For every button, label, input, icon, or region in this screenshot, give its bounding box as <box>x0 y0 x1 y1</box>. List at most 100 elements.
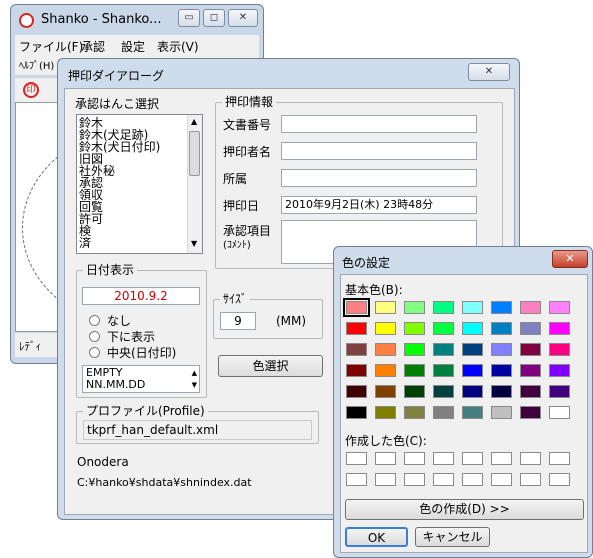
custom-color-slot[interactable] <box>375 473 396 486</box>
color-swatch[interactable] <box>404 364 425 377</box>
stamp-list-item[interactable]: 検 <box>79 225 160 237</box>
color-swatch[interactable] <box>375 322 396 335</box>
color-swatch[interactable] <box>549 385 570 398</box>
color-swatch[interactable] <box>375 406 396 419</box>
color-swatch[interactable] <box>491 301 512 314</box>
stamp-tool-icon[interactable]: 印 <box>23 82 39 98</box>
stamper-input[interactable] <box>281 142 477 160</box>
color-swatch[interactable] <box>375 364 396 377</box>
scroll-thumb[interactable] <box>189 131 200 176</box>
color-swatch[interactable] <box>462 385 483 398</box>
color-swatch[interactable] <box>404 343 425 356</box>
define-custom-colors-button[interactable]: 色の作成(D) >> <box>345 499 584 520</box>
color-swatch[interactable] <box>404 322 425 335</box>
format-nnmmdd[interactable]: NN.MM.DD <box>86 379 145 391</box>
color-swatch[interactable] <box>520 406 541 419</box>
custom-color-slot[interactable] <box>462 473 483 486</box>
color-swatch[interactable] <box>549 364 570 377</box>
size-field[interactable]: 9 <box>220 312 256 330</box>
date-value-field[interactable]: 2010.9.2 <box>82 287 200 305</box>
scroll-up-arrow-icon[interactable]: ▲ <box>191 117 197 126</box>
color-swatch[interactable] <box>404 406 425 419</box>
color-swatch[interactable] <box>343 298 370 317</box>
stamp-list-scrollbar[interactable]: ▲ ▼ <box>187 115 202 253</box>
color-swatch[interactable] <box>375 301 396 314</box>
color-swatch[interactable] <box>433 301 454 314</box>
minimize-button[interactable]: ▭ <box>178 9 200 27</box>
custom-color-slot[interactable] <box>433 473 454 486</box>
color-swatch[interactable] <box>520 385 541 398</box>
menu-view[interactable]: 表示(V) <box>157 38 199 55</box>
color-swatch[interactable] <box>462 406 483 419</box>
custom-color-slot[interactable] <box>404 473 425 486</box>
color-swatch[interactable] <box>433 406 454 419</box>
color-swatch[interactable] <box>491 364 512 377</box>
stamp-list-item[interactable]: 済 <box>79 237 160 249</box>
custom-color-slot[interactable] <box>549 473 570 486</box>
color-swatch[interactable] <box>433 322 454 335</box>
date-format-list[interactable]: EMPTY NN.MM.DD ▲ ▼ <box>82 365 200 393</box>
color-swatch[interactable] <box>520 364 541 377</box>
scroll-down-arrow-icon[interactable]: ▼ <box>191 239 197 248</box>
color-swatch[interactable] <box>520 301 541 314</box>
color-swatch[interactable] <box>520 322 541 335</box>
ok-button[interactable]: OK <box>345 527 408 547</box>
maximize-button[interactable]: ◻ <box>203 9 225 27</box>
color-swatch[interactable] <box>404 385 425 398</box>
color-swatch[interactable] <box>462 343 483 356</box>
color-swatch[interactable] <box>491 385 512 398</box>
stamp-dialog-close-button[interactable]: ✕ <box>468 63 510 81</box>
color-swatch[interactable] <box>549 301 570 314</box>
color-swatch[interactable] <box>404 301 425 314</box>
color-swatch[interactable] <box>375 343 396 356</box>
color-swatch[interactable] <box>520 343 541 356</box>
color-swatch[interactable] <box>491 343 512 356</box>
color-swatch[interactable] <box>433 364 454 377</box>
cancel-button[interactable]: キャンセル <box>415 527 490 547</box>
color-swatch[interactable] <box>346 343 367 356</box>
color-select-button[interactable]: 色選択 <box>218 355 323 377</box>
format-scroll-icon[interactable]: ▲ ▼ <box>192 367 197 391</box>
close-button[interactable]: ✕ <box>228 9 258 27</box>
color-swatch[interactable] <box>346 385 367 398</box>
stamp-list[interactable]: 鈴木 鈴木(犬足跡) 鈴木(犬日付印) 旧図 社外秘 承認 領収 回覧 許可検済 ▲ ▼ <box>76 114 203 254</box>
stamp-date-field[interactable]: 2010年9月2日(木) 23時48分 <box>281 196 477 214</box>
dept-input[interactable] <box>281 169 477 187</box>
menu-settings[interactable]: 設定 <box>121 38 145 55</box>
radio-center[interactable] <box>89 347 100 358</box>
color-swatch[interactable] <box>375 385 396 398</box>
custom-color-slot[interactable] <box>520 452 541 465</box>
color-swatch[interactable] <box>346 322 367 335</box>
color-swatch[interactable] <box>491 322 512 335</box>
custom-color-slot[interactable] <box>491 473 512 486</box>
custom-color-slot[interactable] <box>375 452 396 465</box>
custom-color-slot[interactable] <box>346 473 367 486</box>
color-swatch[interactable] <box>462 322 483 335</box>
color-swatch[interactable] <box>462 301 483 314</box>
custom-color-slot[interactable] <box>520 473 541 486</box>
color-swatch[interactable] <box>549 406 570 419</box>
menu-help[interactable]: ﾍﾙﾌﾟ(H) <box>19 57 54 72</box>
color-swatch[interactable] <box>549 343 570 356</box>
color-dialog-close-button[interactable]: ✕ <box>552 250 588 268</box>
menu-approve[interactable]: 承認 <box>81 38 105 55</box>
profile-field[interactable]: tkprf_han_default.xml <box>83 420 312 440</box>
color-swatch[interactable] <box>549 322 570 335</box>
color-swatch[interactable] <box>491 406 512 419</box>
color-swatch[interactable] <box>462 364 483 377</box>
custom-color-slot[interactable] <box>346 452 367 465</box>
color-swatch[interactable] <box>346 364 367 377</box>
color-swatch[interactable] <box>346 406 367 419</box>
menu-file[interactable]: ファイル(F) <box>19 38 83 55</box>
color-swatch[interactable] <box>433 385 454 398</box>
custom-color-slot[interactable] <box>549 452 570 465</box>
doc-no-input[interactable] <box>281 115 477 133</box>
color-swatch[interactable] <box>433 343 454 356</box>
custom-color-slot[interactable] <box>404 452 425 465</box>
custom-color-slot[interactable] <box>433 452 454 465</box>
stamp-list-item[interactable]: 許可 <box>79 213 160 225</box>
radio-below[interactable] <box>89 331 100 342</box>
custom-color-slot[interactable] <box>491 452 512 465</box>
custom-color-slot[interactable] <box>462 452 483 465</box>
radio-none[interactable] <box>89 315 100 326</box>
